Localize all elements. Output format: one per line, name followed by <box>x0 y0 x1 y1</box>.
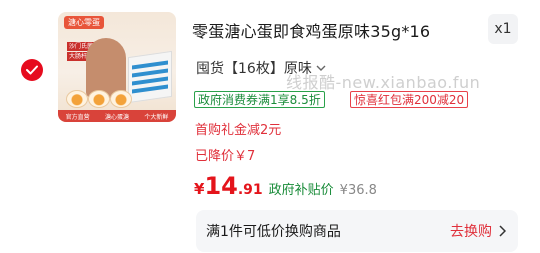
thumbnail-egg-box <box>128 50 172 104</box>
thumbnail-person-figure <box>86 38 126 98</box>
quantity-badge[interactable]: x1 <box>488 14 518 44</box>
thumbnail-egg <box>66 90 88 108</box>
thumbnail-egg <box>88 90 110 108</box>
swap-offer-bar[interactable]: 满1件可低价换购商品 去换购 <box>196 210 518 252</box>
thumbnail-egg <box>110 90 132 108</box>
price-decimal: .91 <box>237 182 263 198</box>
thumbnail-footer-left: 官方直营 <box>65 113 90 121</box>
product-title[interactable]: 零蛋溏心蛋即食鸡蛋原味35g*16 <box>192 18 482 42</box>
product-thumbnail[interactable]: 溏心零蛋 沙门氏菌未检出 大肠杆菌未检出 官方直营 溏心蛋溏 个大新鲜 <box>58 12 176 122</box>
swap-action-label: 去换购 <box>450 224 492 240</box>
red-packet-tag: 惊喜红包满200减20 <box>350 91 469 108</box>
thumbnail-footer-right: 个大新鲜 <box>144 113 169 121</box>
subsidy-price-label: 政府补贴价 <box>268 183 334 198</box>
price-currency: ¥ <box>194 180 205 198</box>
cart-item-card: 溏心零蛋 沙门氏菌未检出 大肠杆菌未检出 官方直营 溏心蛋溏 个大新鲜 零蛋溏心… <box>0 0 540 253</box>
select-checkbox[interactable] <box>21 59 43 81</box>
first-purchase-gift: 首购礼金减2元 <box>195 123 282 138</box>
chevron-right-icon <box>499 225 506 237</box>
price-row: ¥ 14 .91 政府补贴价 ¥36.8 <box>194 172 377 200</box>
thumbnail-brand-label: 溏心零蛋 <box>64 16 104 29</box>
swap-action-link[interactable]: 去换购 <box>450 221 506 241</box>
checkmark-icon <box>26 65 38 75</box>
price-drop-label: 已降价￥7 <box>195 149 256 164</box>
original-price: ¥36.8 <box>339 183 377 198</box>
thumbnail-footer-mid: 溏心蛋溏 <box>104 113 129 121</box>
watermark-text: 线报酷-new.xianbao.fun <box>286 73 481 92</box>
gov-coupon-tag: 政府消费券满1享8.5折 <box>194 91 325 108</box>
swap-offer-text: 满1件可低价换购商品 <box>206 224 341 240</box>
thumbnail-footer: 官方直营 溏心蛋溏 个大新鲜 <box>58 110 176 122</box>
price-integer: 14 <box>204 172 238 200</box>
